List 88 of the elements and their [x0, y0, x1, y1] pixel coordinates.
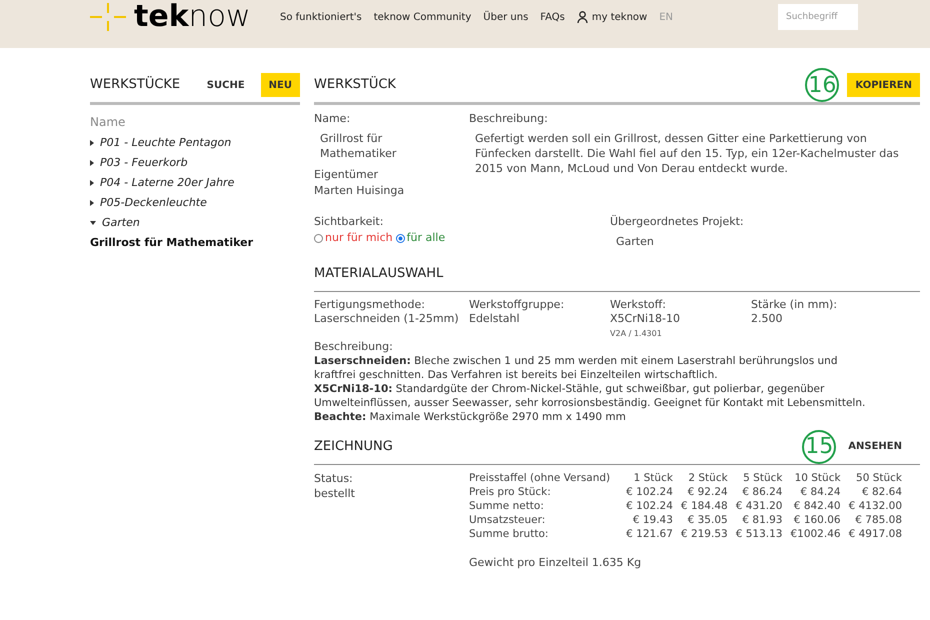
table-cell-text: Preis pro Stück: [469, 484, 552, 498]
description-text: Laserschneiden: Bleche zwischen 1 und 25 mm werden mit einem Laserstrahl berührungslos und kraftfrei geschnitten. Das Verfahren ist bereits bei Einzelteilen wirtschaftlich. [314, 354, 839, 382]
step-number: 15 [802, 430, 836, 464]
tree-item[interactable]: P01 - Leuchte Pentagon [90, 133, 300, 153]
table-cell-text: € 92.24 [686, 484, 728, 498]
table-cell-text: € 4132.00 [848, 498, 902, 512]
field-value: 2.500 [751, 312, 784, 326]
table-cell-text: Summe netto: [469, 498, 545, 512]
table-cell-text: € 84.24 [799, 484, 841, 498]
tree-item[interactable]: Garten [90, 213, 300, 233]
visibility-radio[interactable]: nur für mich [314, 230, 393, 246]
new-button[interactable]: NEU [260, 73, 300, 97]
tree-item[interactable]: P04 - Laterne 20er Jahre [90, 173, 300, 193]
section-title: ZEICHNUNG [314, 438, 393, 456]
section-title: MATERIALAUSWAHL [314, 264, 444, 283]
account-link[interactable]: my teknow [576, 10, 648, 24]
field-label: Stärke (in mm): [751, 298, 838, 312]
field-value: X5CrNi18-10 [610, 312, 681, 326]
table-cell-text: € 102.24 [625, 484, 673, 498]
table-cell-text: € 160.06 [792, 512, 841, 526]
description-text: X5CrNi18-10: Standardgüte der Chrom-Nickel-Stähle, gut schweißbar, gut polierbar, gegenüber Umwelteinflüssen, ausser Seewasser, sehr korrosionsbeständig. Geeignet für Kontakt mit Lebensmitteln. [314, 382, 866, 410]
table-cell-text: Summe brutto: [469, 526, 550, 540]
column-header: Preisstaffel (ohne Versand) [469, 470, 612, 484]
name-value: Grillrost für Mathematiker [319, 130, 398, 160]
view-button[interactable]: ANSEHEN [840, 434, 910, 458]
tree-item[interactable]: P03 - Feuerkorb [90, 153, 300, 173]
caret-right-icon [90, 180, 94, 186]
column-header: 10 Stück [782, 470, 841, 484]
logo-text[interactable]: teknow [134, 2, 251, 32]
table-cell-text: Umsatzsteuer: [469, 512, 546, 526]
table-cell: € 86.24 [728, 484, 782, 498]
caret-down-icon [90, 221, 96, 225]
column-header: 1 Stück [632, 470, 673, 484]
search-field[interactable]: Suchbegriff [778, 4, 858, 30]
weight-text: Gewicht pro Einzelteil 1.635 Kg [469, 556, 642, 568]
user-icon [576, 11, 588, 23]
field-value: Laserschneiden (1-25mm) [314, 312, 460, 326]
table-cell-text: € 513.13 [734, 526, 782, 540]
column-header: 5 Stück [728, 470, 782, 484]
tree-item[interactable]: P05-Deckenleuchte [90, 193, 300, 213]
logo-icon [90, 3, 126, 31]
step-number: 16 [805, 68, 840, 102]
tree-item[interactable]: Grillrost für Mathematiker [90, 233, 300, 253]
field-label: Beschreibung: [469, 111, 549, 127]
visibility-radio[interactable]: für alle [396, 230, 446, 246]
field-value: Edelstahl [469, 312, 521, 326]
search-button[interactable]: SUCHE [198, 73, 253, 97]
table-cell-text: € 785.08 [854, 512, 902, 526]
field-label: Fertigungsmethode: [314, 298, 426, 312]
table-cell-text: € 431.20 [734, 498, 782, 512]
table-cell-text: € 102.24 [625, 498, 673, 512]
table-cell-text: € 219.53 [680, 526, 728, 540]
table-cell-text: € 842.40 [792, 498, 841, 512]
field-label: Name: [314, 111, 352, 127]
nav-link[interactable]: FAQs [540, 10, 565, 24]
copy-button[interactable]: KOPIEREN [847, 73, 920, 97]
table-cell-text: € 121.67 [625, 526, 673, 540]
section-title: WERKSTÜCKE [90, 75, 180, 94]
description-text: Gefertigt werden soll ein Grillrost, dessen Gitter eine Parkettierung von Fünfecken darstellt. Die Wahl fiel auf den 15. Typ, ein 12er-Kachelmuster das 2015 von Mann, McLoud und Von Derau entdeckt wurde. [474, 130, 900, 176]
table-cell-text: € 4917.08 [848, 526, 902, 540]
field-label: Status: [314, 470, 354, 486]
status-value: bestellt [314, 486, 356, 500]
caret-right-icon [90, 200, 94, 206]
table-cell-text: € 19.43 [632, 512, 673, 526]
caret-right-icon [90, 140, 94, 146]
table-cell-text: €1002.46 [789, 526, 841, 540]
column-header: 50 Stück [840, 470, 902, 484]
material-note: V2A / 1.4301 [610, 328, 663, 340]
table-cell-text: € 81.93 [741, 512, 782, 526]
owner-value: Marten Huisinga [314, 183, 406, 199]
field-label: Werkstoff: [610, 298, 667, 312]
nav-link[interactable]: So funktioniert's [280, 10, 362, 24]
field-label: Übergeordnetes Projekt: [610, 214, 744, 230]
parent-project-value: Garten [615, 234, 655, 250]
description-text: Beachte: Maximale Werkstückgröße 2970 mm x 1490 mm [314, 410, 627, 424]
table-cell-text: € 35.05 [686, 512, 728, 526]
table-cell-text: € 184.48 [680, 498, 728, 512]
column-header: Name [90, 115, 126, 129]
column-header: 2 Stück [672, 470, 728, 484]
field-label: Eigentümer [314, 166, 380, 182]
caret-right-icon [90, 160, 94, 166]
nav-link[interactable]: teknow Community [374, 10, 472, 24]
field-label: Sichtbarkeit: [314, 214, 384, 230]
section-title: WERKSTÜCK [314, 75, 396, 94]
field-label: Werkstoffgruppe: [469, 298, 566, 312]
nav-link[interactable]: Über uns [483, 10, 528, 24]
field-label: Beschreibung: [314, 340, 394, 354]
table-cell-text: € 82.64 [860, 484, 902, 498]
